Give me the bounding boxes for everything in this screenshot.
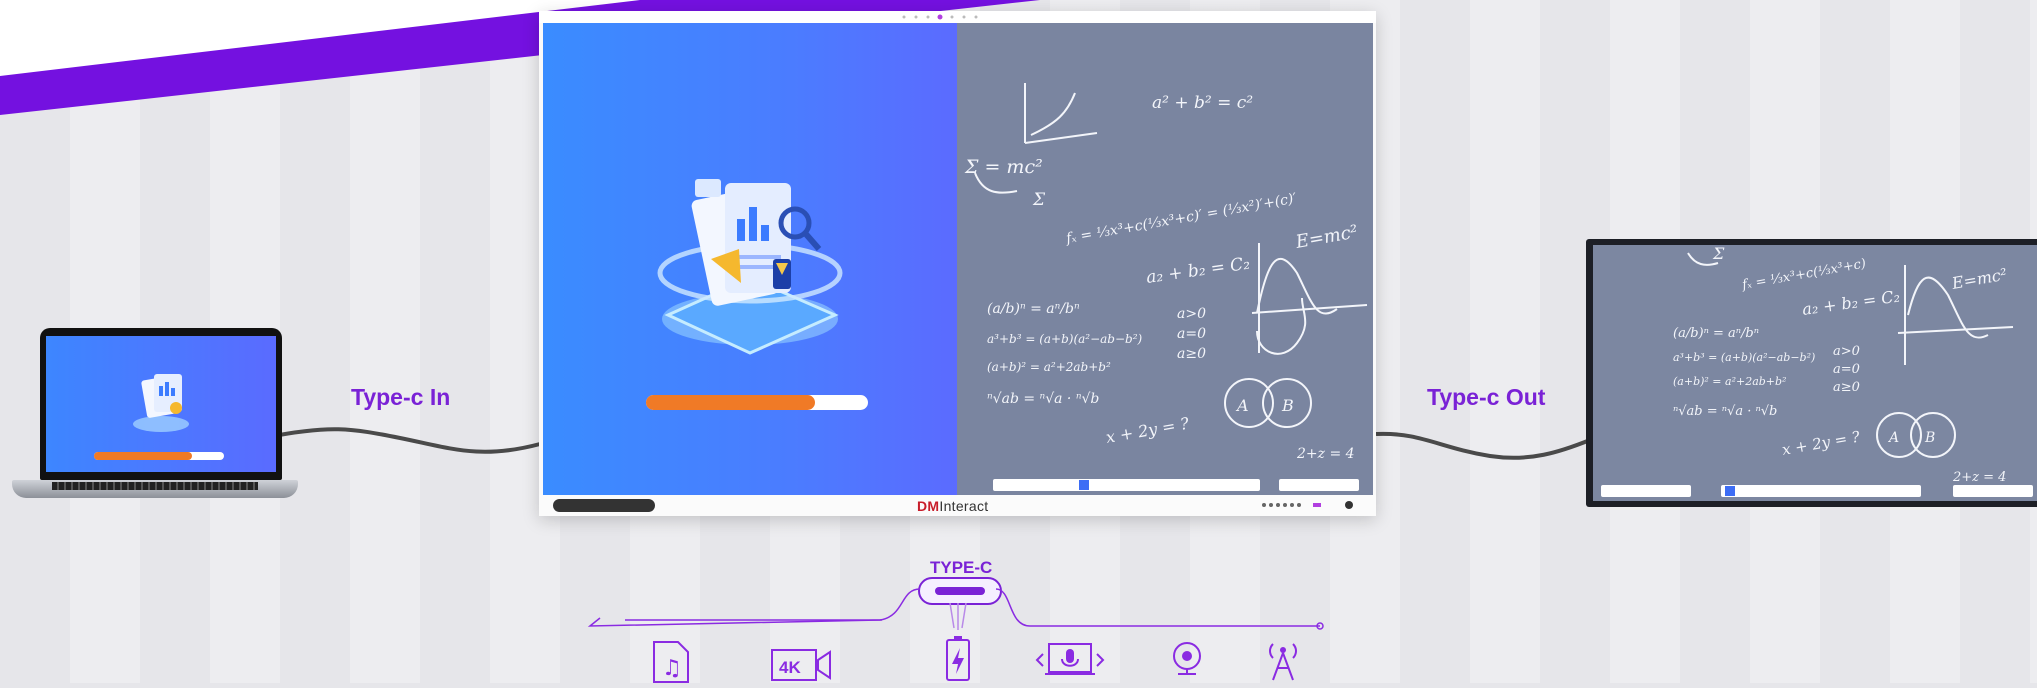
music-file-icon: ♫ — [650, 640, 690, 688]
svg-text:♫: ♫ — [662, 656, 682, 681]
webcam-icon — [1170, 640, 1204, 685]
4k-label: 4K — [779, 658, 801, 677]
laptop-microphone-icon — [1035, 640, 1105, 685]
4k-camera-icon: 4K — [770, 646, 832, 688]
antenna-icon — [1265, 640, 1301, 687]
type-c-lines — [587, 588, 1324, 630]
charging-battery-icon — [944, 636, 972, 688]
